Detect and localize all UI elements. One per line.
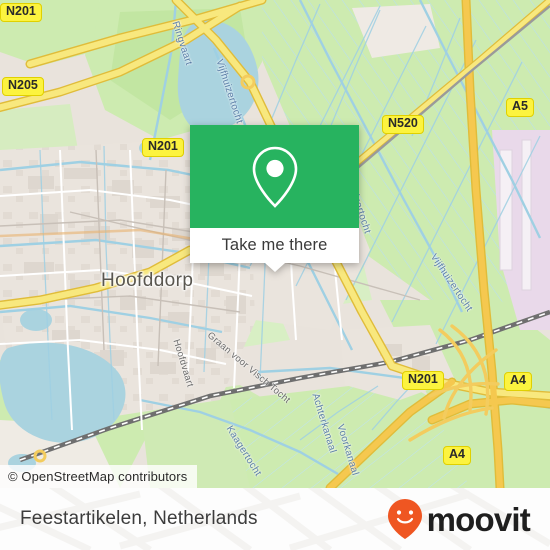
popup-header [190,125,359,228]
road-shield-a5[interactable]: A5 [506,98,534,117]
road-shield-n205[interactable]: N205 [2,77,44,96]
road-shield-n201-mid[interactable]: N201 [142,138,184,157]
road-shield-n201-bottom[interactable]: N201 [402,371,444,390]
moovit-pin-icon [387,499,422,539]
map-attribution[interactable]: © OpenStreetMap contributors [0,465,198,488]
popup-pointer-tail [264,263,285,272]
place-popup-card[interactable]: Take me there [190,125,359,272]
place-title: Feestartikelen, Netherlands [20,508,258,529]
attribution-text: © OpenStreetMap contributors [8,469,188,484]
moovit-place-screenshot: N201 N205 N201 N520 A5 N201 A4 A4 Hoofdd… [0,0,550,550]
popup-footer[interactable]: Take me there [190,228,359,272]
road-shield-a4-right[interactable]: A4 [504,372,532,391]
map-pin-icon [252,146,297,208]
moovit-wordmark: moovit [426,500,531,538]
road-shield-n520[interactable]: N520 [382,115,424,134]
take-me-there-label: Take me there [221,236,328,254]
road-shield-a4-bottom[interactable]: A4 [443,446,471,465]
bottom-info-bar: Feestartikelen, Netherlands moovit [0,488,550,550]
moovit-logo[interactable]: moovit [387,498,531,540]
road-shield-n201-top-left[interactable]: N201 [0,3,42,22]
map-viewport[interactable]: N201 N205 N201 N520 A5 N201 A4 A4 Hoofdd… [0,0,550,488]
